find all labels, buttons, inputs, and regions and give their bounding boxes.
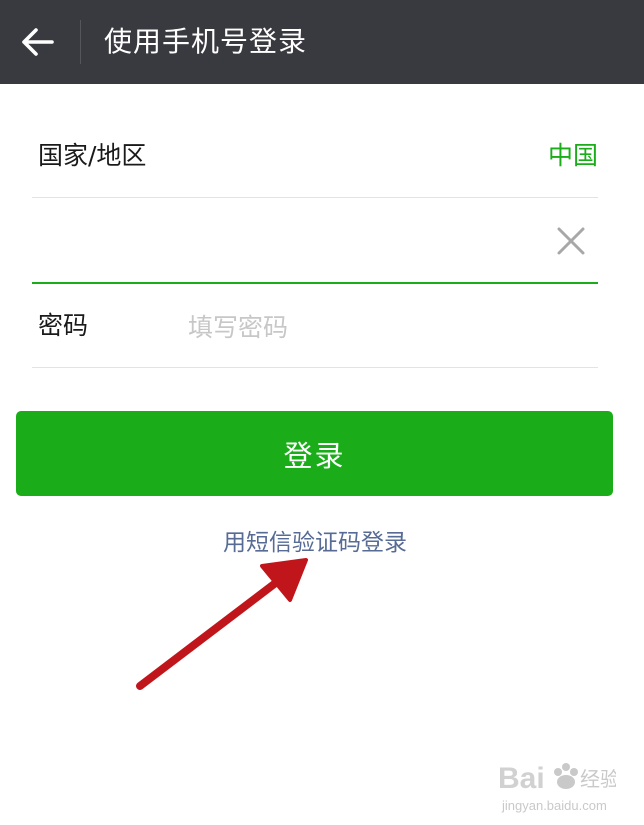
clear-button[interactable]	[553, 223, 589, 259]
arrow-left-icon	[22, 28, 54, 56]
region-label: 国家/地区	[38, 141, 147, 170]
divider-password	[32, 367, 598, 368]
header-divider	[80, 20, 81, 64]
password-input[interactable]	[188, 306, 588, 348]
svg-text:经验: 经验	[580, 767, 616, 791]
login-button[interactable]: 登录	[16, 411, 613, 496]
divider-region	[32, 197, 598, 198]
password-label: 密码	[38, 311, 89, 340]
close-icon	[557, 227, 585, 255]
divider-phone-active	[32, 282, 598, 284]
svg-text:jingyan.baidu.com: jingyan.baidu.com	[501, 798, 607, 813]
page-title: 使用手机号登录	[104, 25, 308, 58]
baidu-jingyan-watermark-logo: Bai 经验 jingyan.baidu.com	[498, 762, 616, 813]
region-selector[interactable]: 中国	[548, 139, 598, 173]
screen: 使用手机号登录 国家/地区 中国 密码 登录 用短信验证码登录 Bai 经验 j…	[0, 0, 644, 825]
svg-text:Bai: Bai	[498, 762, 545, 795]
sms-login-link[interactable]: 用短信验证码登录	[0, 526, 630, 560]
app-header: 使用手机号登录	[0, 0, 644, 84]
phone-input[interactable]	[38, 218, 538, 262]
back-button[interactable]	[10, 14, 66, 70]
